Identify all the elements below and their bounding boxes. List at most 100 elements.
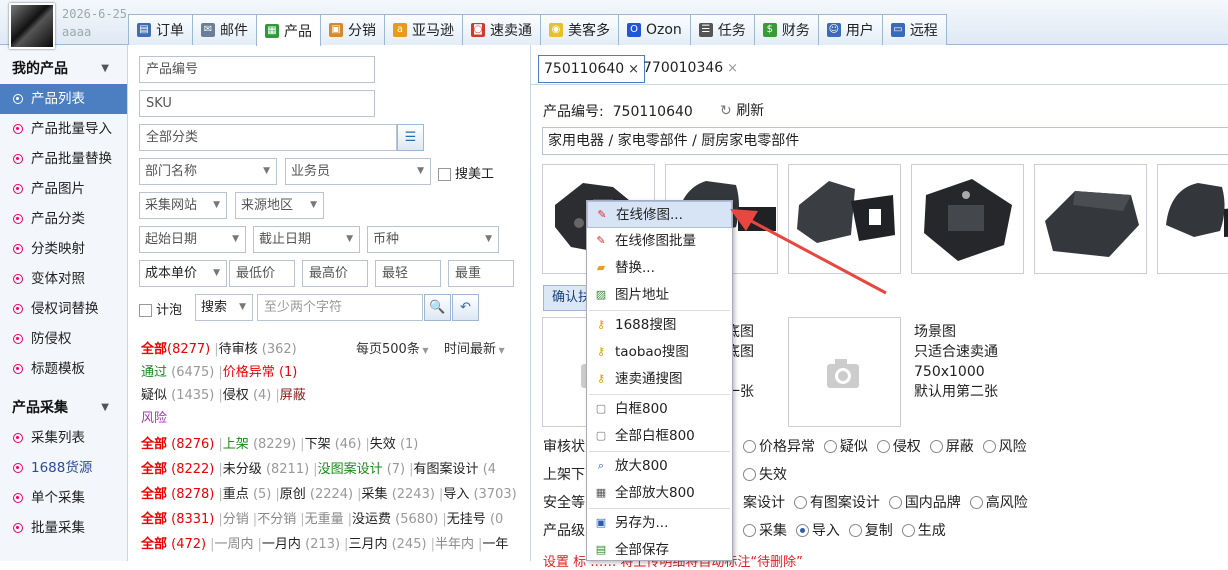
- filter-original[interactable]: 原创: [280, 487, 306, 502]
- heaviest-input[interactable]: 最重: [448, 260, 514, 287]
- filter-no-registered[interactable]: 无挂号: [447, 512, 486, 527]
- filter-no-shipping[interactable]: 没运费: [352, 512, 391, 527]
- avatar[interactable]: [9, 3, 55, 49]
- radio-infringe[interactable]: 侵权: [876, 439, 921, 455]
- sidebar-section-my-products[interactable]: 我的产品 ▼: [0, 54, 127, 84]
- filter-distribute[interactable]: 分销: [223, 512, 249, 527]
- tab-grid[interactable]: ▦ 产品: [256, 14, 321, 46]
- sidebar-item[interactable]: 产品分类: [0, 204, 127, 234]
- context-menu-item[interactable]: ⌕ 放大800: [587, 453, 732, 480]
- radio-invalid[interactable]: 失效: [743, 467, 787, 483]
- filter-month[interactable]: 一月内: [262, 537, 301, 552]
- refresh-button[interactable]: ↻ 刷新: [720, 100, 764, 120]
- filter-price-abnormal[interactable]: 价格异常: [223, 365, 275, 380]
- filter-all[interactable]: 全部: [141, 487, 167, 502]
- scene-image-slot[interactable]: [788, 317, 901, 427]
- tab-product-770010346[interactable]: 770010346 ×: [638, 55, 743, 83]
- sidebar-item[interactable]: 产品列表: [0, 84, 127, 114]
- site-select[interactable]: 采集网站 ▼: [139, 192, 227, 219]
- category-input[interactable]: 全部分类: [139, 124, 397, 151]
- filter-on-shelf[interactable]: 上架: [223, 437, 249, 452]
- radio-has-pattern[interactable]: 有图案设计: [793, 495, 880, 511]
- filter-3months[interactable]: 三月内: [348, 537, 387, 552]
- region-select[interactable]: 来源地区 ▼: [235, 192, 324, 219]
- radio-price-abnormal[interactable]: 价格异常: [743, 439, 815, 455]
- min-price-input[interactable]: 最低价: [229, 260, 295, 287]
- filter-all[interactable]: 全部: [141, 437, 167, 452]
- context-menu-item[interactable]: ⚷ taobao搜图: [587, 339, 732, 366]
- search-mode-select[interactable]: 搜索 ▼: [195, 294, 253, 321]
- filter-half-year[interactable]: 半年内: [435, 537, 474, 552]
- max-price-input[interactable]: 最高价: [302, 260, 368, 287]
- product-no-input[interactable]: 产品编号: [139, 56, 375, 83]
- filter-no-weight[interactable]: 无重量: [305, 512, 344, 527]
- reset-button[interactable]: ↶: [452, 294, 479, 321]
- filter-key[interactable]: 重点: [223, 487, 249, 502]
- lightest-input[interactable]: 最轻: [375, 260, 441, 287]
- filter-year[interactable]: 一年: [482, 537, 508, 552]
- tab-amazon[interactable]: a 亚马逊: [384, 14, 463, 45]
- sidebar-item[interactable]: 侵权词替换: [0, 294, 127, 324]
- filter-all[interactable]: 全部: [141, 462, 167, 477]
- close-icon[interactable]: ×: [727, 61, 738, 76]
- sidebar-item[interactable]: 变体对照: [0, 264, 127, 294]
- salesman-select[interactable]: 业务员 ▼: [285, 158, 431, 185]
- sidebar-item[interactable]: 防侵权: [0, 324, 127, 354]
- sidebar-item[interactable]: 产品批量替换: [0, 144, 127, 174]
- category-path-field[interactable]: 家用电器 / 家电零部件 / 厨房家电零部件: [542, 127, 1228, 155]
- context-menu-item[interactable]: ▤ 全部保存: [587, 537, 732, 560]
- radio-risk[interactable]: 风险: [982, 439, 1027, 455]
- sidebar-item[interactable]: 采集列表: [0, 423, 127, 453]
- context-menu-item[interactable]: ▢ 全部白框800: [587, 423, 732, 450]
- sidebar-item[interactable]: 标题模板: [0, 354, 127, 384]
- currency-select[interactable]: 币种 ▼: [367, 226, 499, 253]
- filter-week[interactable]: 一周内: [215, 537, 254, 552]
- sidebar-item[interactable]: 分类映射: [0, 234, 127, 264]
- start-date-select[interactable]: 起始日期 ▼: [139, 226, 246, 253]
- search-button[interactable]: 🔍: [424, 294, 451, 321]
- product-image-4[interactable]: [911, 164, 1024, 274]
- filter-all[interactable]: 全部: [141, 512, 167, 527]
- sidebar-item[interactable]: 1688货源: [0, 453, 127, 483]
- context-menu-item[interactable]: ⚷ 1688搜图: [587, 312, 732, 339]
- tab-order[interactable]: ▤ 订单: [128, 14, 193, 45]
- per-page-select[interactable]: 每页500条 ▼: [356, 338, 429, 357]
- search-input[interactable]: 至少两个字符: [257, 294, 423, 321]
- radio-domestic-brand[interactable]: 国内品牌: [888, 495, 961, 511]
- filter-suspect[interactable]: 疑似: [141, 388, 167, 403]
- search-artist-checkbox[interactable]: 搜美工: [438, 163, 494, 182]
- radio-blocked[interactable]: 屏蔽: [929, 439, 974, 455]
- filter-no-pattern[interactable]: 没图案设计: [318, 462, 383, 477]
- product-image-6[interactable]: [1157, 164, 1228, 274]
- context-menu-item[interactable]: ▣ 另存为...: [587, 510, 732, 537]
- tab-money[interactable]: $ 财务: [753, 14, 819, 45]
- radio-import[interactable]: 导入: [795, 523, 840, 539]
- filter-off-shelf[interactable]: 下架: [305, 437, 331, 452]
- checkbox[interactable]: [438, 168, 451, 181]
- sidebar-item[interactable]: 产品批量导入: [0, 114, 127, 144]
- tab-user[interactable]: ☺ 用户: [817, 14, 883, 45]
- sidebar-section-product-collect[interactable]: 产品采集 ▼: [0, 393, 127, 423]
- filter-ungraded[interactable]: 未分级: [223, 462, 262, 477]
- tab-aliexpress[interactable]: ◙ 速卖通: [462, 14, 541, 45]
- tab-monitor[interactable]: ▭ 远程: [881, 14, 947, 45]
- filter-risk[interactable]: 风险: [141, 411, 167, 426]
- sidebar-item[interactable]: 产品图片: [0, 174, 127, 204]
- filter-infringe[interactable]: 侵权: [223, 388, 249, 403]
- tab-ozon[interactable]: O Ozon: [618, 14, 691, 45]
- filter-blocked[interactable]: 屏蔽: [280, 388, 306, 403]
- filter-imported[interactable]: 导入: [443, 487, 469, 502]
- context-menu-item[interactable]: ▢ 白框800: [587, 396, 732, 423]
- radio-high-risk[interactable]: 高风险: [969, 495, 1028, 511]
- context-menu-item[interactable]: ▦ 全部放大800: [587, 480, 732, 507]
- sku-input[interactable]: SKU: [139, 90, 375, 117]
- radio-label[interactable]: 案设计: [743, 495, 785, 511]
- product-image-5[interactable]: [1034, 164, 1147, 274]
- filter-invalid[interactable]: 失效: [370, 437, 396, 452]
- filter-has-pattern[interactable]: 有图案设计: [414, 462, 479, 477]
- filter-all[interactable]: 全部: [141, 537, 167, 552]
- radio-suspect[interactable]: 疑似: [823, 439, 868, 455]
- radio-generate[interactable]: 生成: [901, 523, 946, 539]
- filter-all[interactable]: 全部: [141, 342, 167, 357]
- sort-select[interactable]: 时间最新 ▼: [444, 338, 505, 357]
